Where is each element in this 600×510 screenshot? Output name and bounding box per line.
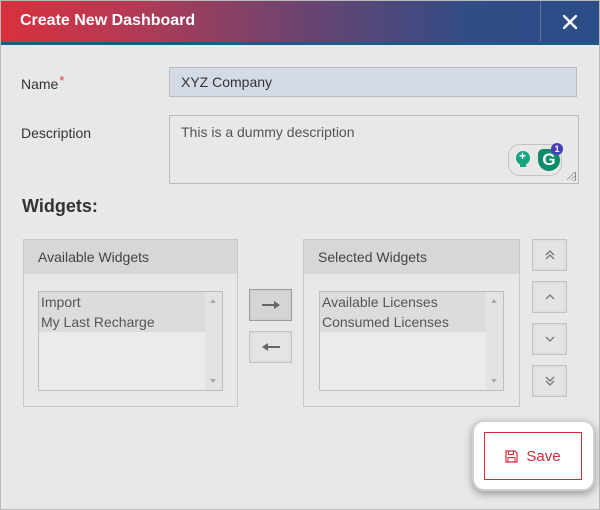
grammarly-widget[interactable]: + G 1 xyxy=(508,143,563,176)
move-top-button[interactable] xyxy=(532,239,567,271)
scroll-up-icon[interactable] xyxy=(210,299,216,303)
create-dashboard-dialog: Create New Dashboard Name* XYZ Company D… xyxy=(0,0,600,510)
scrollbar[interactable] xyxy=(486,292,503,390)
grammarly-badge: 1 xyxy=(551,143,563,155)
list-item[interactable]: Available Licenses xyxy=(320,292,486,312)
list-item[interactable]: My Last Recharge xyxy=(39,312,205,332)
available-widgets-panel: Available Widgets Import My Last Recharg… xyxy=(23,239,238,407)
description-text: This is a dummy description xyxy=(181,124,355,140)
move-up-button[interactable] xyxy=(532,281,567,313)
dialog-titlebar: Create New Dashboard xyxy=(1,1,599,45)
selected-widgets-panel: Selected Widgets Available Licenses Cons… xyxy=(303,239,520,407)
close-button[interactable] xyxy=(540,1,599,42)
move-left-button[interactable] xyxy=(249,331,292,363)
floppy-disk-icon xyxy=(505,449,518,463)
scroll-up-icon[interactable] xyxy=(491,299,497,303)
save-button[interactable]: Save xyxy=(484,432,582,480)
double-chevron-up-icon xyxy=(545,250,554,260)
arrow-right-icon xyxy=(261,301,280,309)
move-down-button[interactable] xyxy=(532,323,567,355)
scrollbar[interactable] xyxy=(205,292,222,390)
save-button-highlight: Save xyxy=(472,420,595,491)
name-label: Name* xyxy=(21,73,65,92)
available-widgets-header: Available Widgets xyxy=(24,240,237,274)
name-input[interactable]: XYZ Company xyxy=(169,67,577,97)
move-right-button[interactable] xyxy=(249,289,292,321)
resize-handle[interactable] xyxy=(567,172,576,181)
move-bottom-button[interactable] xyxy=(532,365,567,397)
name-label-text: Name xyxy=(21,76,59,92)
dialog-title: Create New Dashboard xyxy=(20,12,196,29)
widgets-section-title: Widgets: xyxy=(22,196,98,216)
available-widgets-list[interactable]: Import My Last Recharge xyxy=(38,291,223,391)
chevron-down-icon xyxy=(545,336,554,342)
description-label: Description xyxy=(21,125,92,141)
double-chevron-down-icon xyxy=(545,376,554,386)
arrow-left-icon xyxy=(261,343,280,351)
list-item[interactable]: Import xyxy=(39,292,205,312)
lightbulb-icon: + xyxy=(516,149,530,167)
chevron-up-icon xyxy=(545,294,554,300)
close-icon xyxy=(563,14,577,29)
list-item[interactable]: Consumed Licenses xyxy=(320,312,486,332)
required-marker: * xyxy=(59,73,65,88)
save-label: Save xyxy=(526,447,561,465)
selected-widgets-list[interactable]: Available Licenses Consumed Licenses xyxy=(319,291,504,391)
scroll-down-icon[interactable] xyxy=(491,379,497,383)
scroll-down-icon[interactable] xyxy=(210,379,216,383)
selected-widgets-header: Selected Widgets xyxy=(304,240,519,274)
